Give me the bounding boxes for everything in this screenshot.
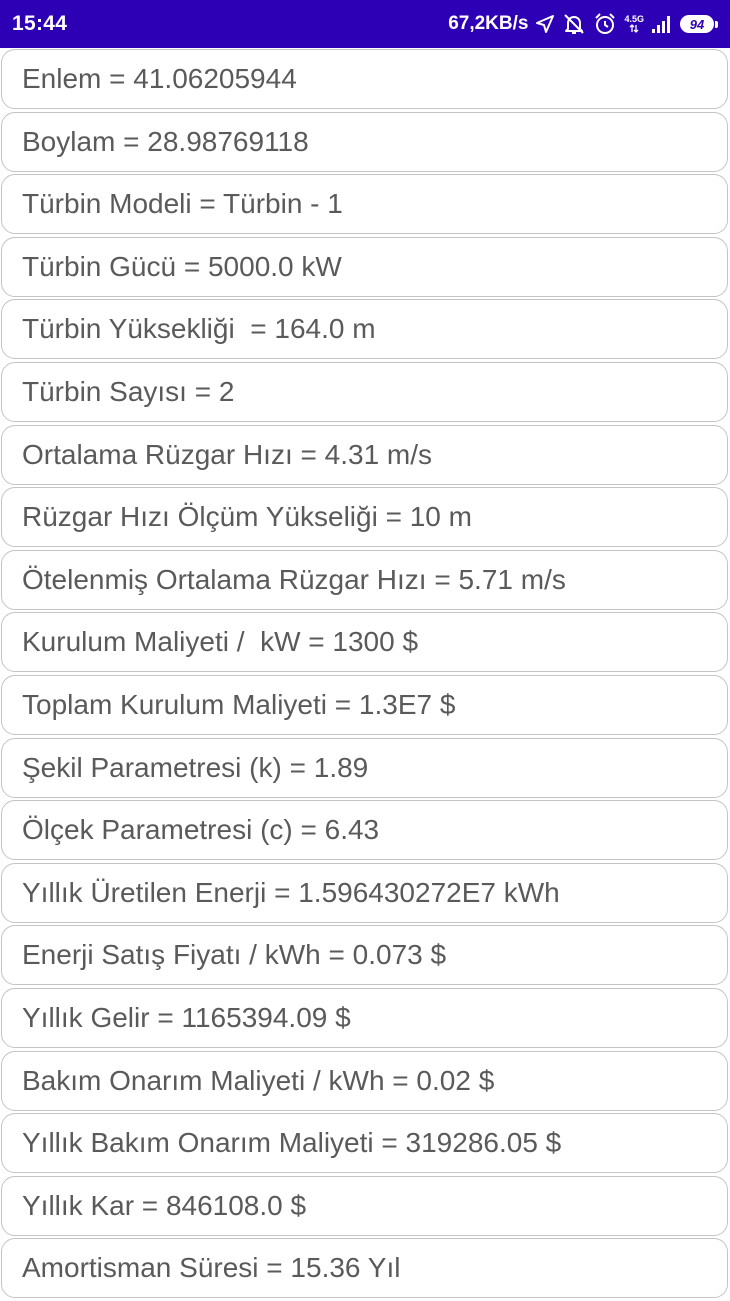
list-item-measurement-height: Rüzgar Hızı Ölçüm Yükseliği = 10 m <box>1 487 728 548</box>
battery-tip <box>715 20 718 28</box>
list-item-shifted-wind-speed: Ötelenmiş Ortalama Rüzgar Hızı = 5.71 m/… <box>1 549 728 610</box>
list-item-shape-parameter: Şekil Parametresi (k) = 1.89 <box>1 737 728 798</box>
signal-icon <box>651 14 673 34</box>
network-speed: 67,2KB/s <box>448 13 529 34</box>
battery-icon: 94 <box>680 15 718 33</box>
list-item-turbine-model: Türbin Modeli = Türbin - 1 <box>1 174 728 235</box>
list-item-turbine-height: Türbin Yüksekliği = 164.0 m <box>1 299 728 360</box>
data-arrows-icon <box>629 24 639 33</box>
bell-off-icon <box>562 12 586 36</box>
network-type-label: 4.5G <box>624 14 644 24</box>
list-item-longitude: Boylam = 28.98769118 <box>1 111 728 172</box>
alarm-clock-icon <box>593 12 617 36</box>
list-item-maintenance-cost-per-kwh: Bakım Onarım Maliyeti / kWh = 0.02 $ <box>1 1050 728 1111</box>
battery-level: 94 <box>680 15 714 33</box>
list-item-avg-wind-speed: Ortalama Rüzgar Hızı = 4.31 m/s <box>1 424 728 485</box>
status-time: 15:44 <box>12 12 68 35</box>
list-item-install-cost-per-kw: Kurulum Maliyeti / kW = 1300 $ <box>1 612 728 673</box>
list-item-annual-energy: Yıllık Üretilen Enerji = 1.596430272E7 k… <box>1 862 728 923</box>
list-item-scale-parameter: Ölçek Parametresi (c) = 6.43 <box>1 800 728 861</box>
list-item-annual-income: Yıllık Gelir = 1165394.09 $ <box>1 987 728 1048</box>
list-item-energy-price: Enerji Satış Fiyatı / kWh = 0.073 $ <box>1 925 728 986</box>
list-item-turbine-count: Türbin Sayısı = 2 <box>1 361 728 422</box>
list-item-payback-period: Amortisman Süresi = 15.36 Yıl <box>1 1238 728 1299</box>
list-item-annual-profit: Yıllık Kar = 846108.0 $ <box>1 1175 728 1236</box>
list-item-total-install-cost: Toplam Kurulum Maliyeti = 1.3E7 $ <box>1 674 728 735</box>
status-icons: 67,2KB/s 4.5G 94 <box>448 12 718 36</box>
list-item-turbine-power: Türbin Gücü = 5000.0 kW <box>1 236 728 297</box>
network-type: 4.5G <box>624 15 644 33</box>
status-bar: 15:44 67,2KB/s 4.5G 94 <box>0 0 730 48</box>
results-list: Enlem = 41.06205944 Boylam = 28.98769118… <box>0 49 730 1301</box>
list-item-latitude: Enlem = 41.06205944 <box>1 49 728 109</box>
list-item-annual-maintenance-cost: Yıllık Bakım Onarım Maliyeti = 319286.05… <box>1 1113 728 1174</box>
location-arrow-icon <box>535 14 555 34</box>
